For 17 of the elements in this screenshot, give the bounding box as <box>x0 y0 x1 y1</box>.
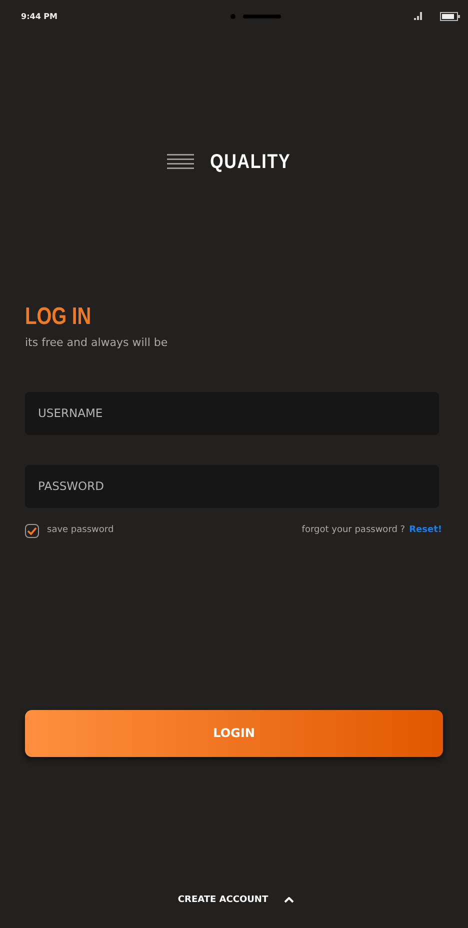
create-account-button[interactable]: CREATE ACCOUNT <box>178 894 268 907</box>
login-heading: LOG IN <box>25 305 92 329</box>
battery-icon <box>440 12 460 21</box>
forgot-password-text: forgot your password ? <box>302 524 406 537</box>
status-time: 9:44 PM <box>21 11 58 23</box>
signal-icon <box>414 12 423 20</box>
subtitle: its free and always will be <box>25 335 169 351</box>
input-field[interactable]: USERNAME <box>25 392 439 434</box>
logo-text: QUALITY <box>210 150 290 175</box>
caret-icon[interactable] <box>284 897 294 904</box>
save-password-label: save password <box>47 524 114 537</box>
logo-lines-icon <box>166 154 194 170</box>
input-field[interactable]: PASSWORD <box>25 464 439 508</box>
checkbox[interactable] <box>25 524 39 538</box>
notch-drawing <box>230 14 282 19</box>
reset-link[interactable]: Reset! <box>409 524 442 538</box>
login-button[interactable]: LOGIN <box>25 710 443 756</box>
